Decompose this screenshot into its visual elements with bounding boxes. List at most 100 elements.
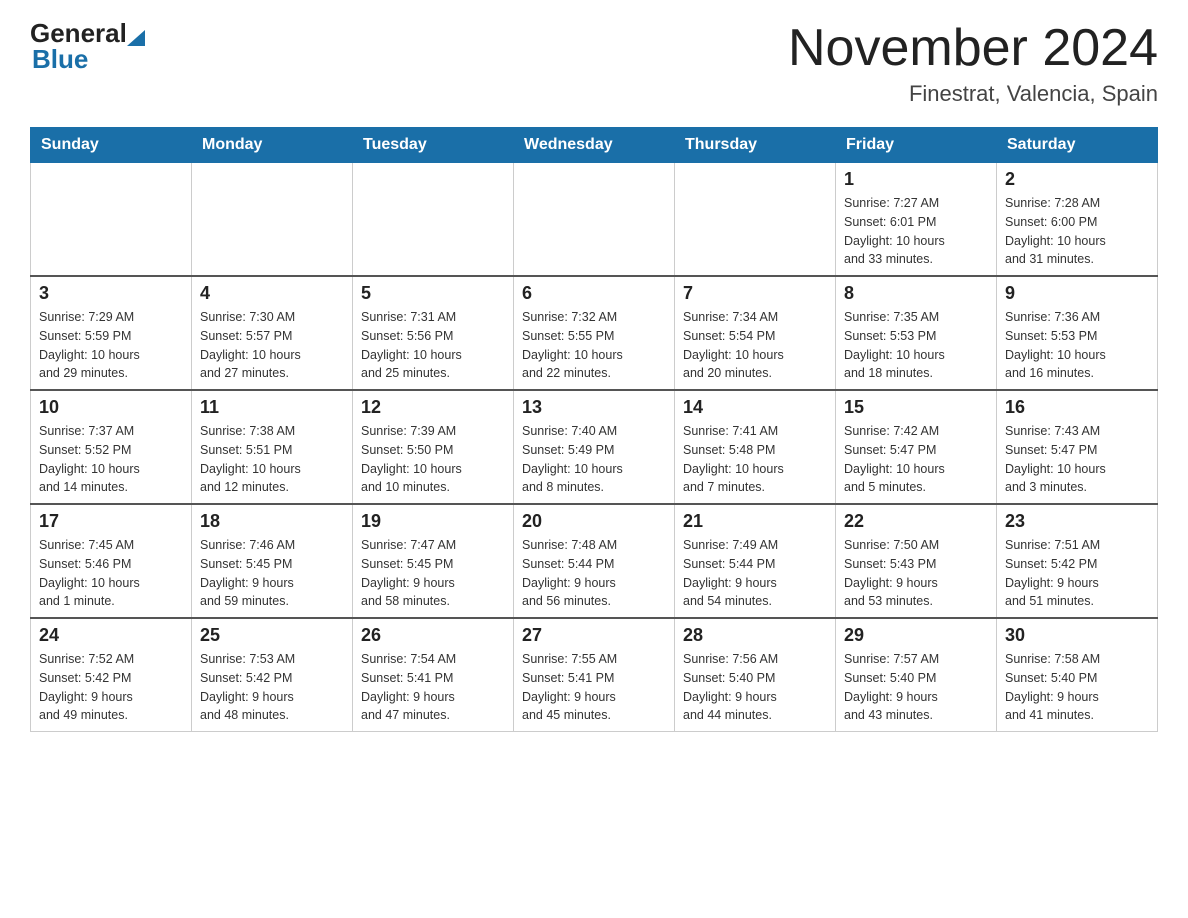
logo: General Blue xyxy=(30,20,145,72)
calendar-week-row: 3 Sunrise: 7:29 AMSunset: 5:59 PMDaylight… xyxy=(31,276,1158,390)
logo-icon-wrap xyxy=(127,26,145,46)
calendar-day-cell: 5 Sunrise: 7:31 AMSunset: 5:56 PMDaylight… xyxy=(353,276,514,390)
col-wednesday: Wednesday xyxy=(514,128,675,163)
day-number: 16 xyxy=(1005,397,1149,418)
day-number: 17 xyxy=(39,511,183,532)
day-number: 12 xyxy=(361,397,505,418)
day-sun-info: Sunrise: 7:28 AMSunset: 6:00 PMDaylight:… xyxy=(1005,194,1149,269)
day-number: 30 xyxy=(1005,625,1149,646)
day-number: 24 xyxy=(39,625,183,646)
day-sun-info: Sunrise: 7:29 AMSunset: 5:59 PMDaylight:… xyxy=(39,308,183,383)
logo-general-text: General xyxy=(30,20,127,46)
calendar-day-cell: 23 Sunrise: 7:51 AMSunset: 5:42 PMDayligh… xyxy=(997,504,1158,618)
day-sun-info: Sunrise: 7:38 AMSunset: 5:51 PMDaylight:… xyxy=(200,422,344,497)
day-number: 6 xyxy=(522,283,666,304)
calendar-day-cell: 14Sunrise: 7:41 AMSunset: 5:48 PMDayligh… xyxy=(675,390,836,504)
day-number: 1 xyxy=(844,169,988,190)
calendar-day-cell: 21 Sunrise: 7:49 AMSunset: 5:44 PMDayligh… xyxy=(675,504,836,618)
day-number: 28 xyxy=(683,625,827,646)
calendar-day-cell: 29 Sunrise: 7:57 AMSunset: 5:40 PMDayligh… xyxy=(836,618,997,732)
calendar-day-cell: 4 Sunrise: 7:30 AMSunset: 5:57 PMDaylight… xyxy=(192,276,353,390)
calendar-day-cell: 8Sunrise: 7:35 AMSunset: 5:53 PMDaylight… xyxy=(836,276,997,390)
day-number: 13 xyxy=(522,397,666,418)
calendar-day-cell: 19 Sunrise: 7:47 AMSunset: 5:45 PMDayligh… xyxy=(353,504,514,618)
calendar-day-cell: 16 Sunrise: 7:43 AMSunset: 5:47 PMDayligh… xyxy=(997,390,1158,504)
day-sun-info: Sunrise: 7:49 AMSunset: 5:44 PMDaylight:… xyxy=(683,536,827,611)
day-sun-info: Sunrise: 7:48 AMSunset: 5:44 PMDaylight:… xyxy=(522,536,666,611)
day-sun-info: Sunrise: 7:39 AMSunset: 5:50 PMDaylight:… xyxy=(361,422,505,497)
day-number: 29 xyxy=(844,625,988,646)
calendar-day-cell xyxy=(675,163,836,277)
day-sun-info: Sunrise: 7:32 AMSunset: 5:55 PMDaylight:… xyxy=(522,308,666,383)
col-tuesday: Tuesday xyxy=(353,128,514,163)
day-sun-info: Sunrise: 7:58 AMSunset: 5:40 PMDaylight:… xyxy=(1005,650,1149,725)
logo-blue-text: Blue xyxy=(32,46,88,72)
day-sun-info: Sunrise: 7:31 AMSunset: 5:56 PMDaylight:… xyxy=(361,308,505,383)
day-number: 26 xyxy=(361,625,505,646)
day-sun-info: Sunrise: 7:57 AMSunset: 5:40 PMDaylight:… xyxy=(844,650,988,725)
day-number: 3 xyxy=(39,283,183,304)
calendar-day-cell: 9Sunrise: 7:36 AMSunset: 5:53 PMDaylight… xyxy=(997,276,1158,390)
day-sun-info: Sunrise: 7:52 AMSunset: 5:42 PMDaylight:… xyxy=(39,650,183,725)
day-sun-info: Sunrise: 7:27 AMSunset: 6:01 PMDaylight:… xyxy=(844,194,988,269)
day-sun-info: Sunrise: 7:46 AMSunset: 5:45 PMDaylight:… xyxy=(200,536,344,611)
calendar-week-row: 10 Sunrise: 7:37 AMSunset: 5:52 PMDayligh… xyxy=(31,390,1158,504)
day-sun-info: Sunrise: 7:47 AMSunset: 5:45 PMDaylight:… xyxy=(361,536,505,611)
day-sun-info: Sunrise: 7:51 AMSunset: 5:42 PMDaylight:… xyxy=(1005,536,1149,611)
col-sunday: Sunday xyxy=(31,128,192,163)
calendar-day-cell: 3 Sunrise: 7:29 AMSunset: 5:59 PMDaylight… xyxy=(31,276,192,390)
calendar-day-cell: 2 Sunrise: 7:28 AMSunset: 6:00 PMDaylight… xyxy=(997,163,1158,277)
logo-triangle-icon xyxy=(127,26,145,46)
col-saturday: Saturday xyxy=(997,128,1158,163)
calendar-day-cell: 12 Sunrise: 7:39 AMSunset: 5:50 PMDayligh… xyxy=(353,390,514,504)
calendar-day-cell: 26Sunrise: 7:54 AMSunset: 5:41 PMDayligh… xyxy=(353,618,514,732)
location-subtitle: Finestrat, Valencia, Spain xyxy=(788,81,1158,107)
calendar-week-row: 17 Sunrise: 7:45 AMSunset: 5:46 PMDayligh… xyxy=(31,504,1158,618)
calendar-day-cell xyxy=(353,163,514,277)
calendar-day-cell: 7Sunrise: 7:34 AMSunset: 5:54 PMDaylight… xyxy=(675,276,836,390)
day-sun-info: Sunrise: 7:55 AMSunset: 5:41 PMDaylight:… xyxy=(522,650,666,725)
col-thursday: Thursday xyxy=(675,128,836,163)
calendar-day-cell: 25Sunrise: 7:53 AMSunset: 5:42 PMDayligh… xyxy=(192,618,353,732)
day-number: 20 xyxy=(522,511,666,532)
calendar-day-cell: 22Sunrise: 7:50 AMSunset: 5:43 PMDayligh… xyxy=(836,504,997,618)
day-number: 10 xyxy=(39,397,183,418)
day-sun-info: Sunrise: 7:50 AMSunset: 5:43 PMDaylight:… xyxy=(844,536,988,611)
day-number: 23 xyxy=(1005,511,1149,532)
calendar-day-cell: 27Sunrise: 7:55 AMSunset: 5:41 PMDayligh… xyxy=(514,618,675,732)
col-monday: Monday xyxy=(192,128,353,163)
col-friday: Friday xyxy=(836,128,997,163)
day-number: 2 xyxy=(1005,169,1149,190)
calendar-day-cell: 28 Sunrise: 7:56 AMSunset: 5:40 PMDayligh… xyxy=(675,618,836,732)
calendar-week-row: 1 Sunrise: 7:27 AMSunset: 6:01 PMDaylight… xyxy=(31,163,1158,277)
calendar-day-cell: 10 Sunrise: 7:37 AMSunset: 5:52 PMDayligh… xyxy=(31,390,192,504)
day-sun-info: Sunrise: 7:37 AMSunset: 5:52 PMDaylight:… xyxy=(39,422,183,497)
day-sun-info: Sunrise: 7:40 AMSunset: 5:49 PMDaylight:… xyxy=(522,422,666,497)
day-sun-info: Sunrise: 7:45 AMSunset: 5:46 PMDaylight:… xyxy=(39,536,183,611)
calendar-day-cell: 24 Sunrise: 7:52 AMSunset: 5:42 PMDayligh… xyxy=(31,618,192,732)
calendar-day-cell: 20 Sunrise: 7:48 AMSunset: 5:44 PMDayligh… xyxy=(514,504,675,618)
header-row: Sunday Monday Tuesday Wednesday Thursday… xyxy=(31,128,1158,163)
day-number: 5 xyxy=(361,283,505,304)
day-number: 7 xyxy=(683,283,827,304)
day-sun-info: Sunrise: 7:43 AMSunset: 5:47 PMDaylight:… xyxy=(1005,422,1149,497)
day-number: 14 xyxy=(683,397,827,418)
calendar-day-cell: 18 Sunrise: 7:46 AMSunset: 5:45 PMDayligh… xyxy=(192,504,353,618)
month-year-title: November 2024 xyxy=(788,20,1158,77)
calendar-day-cell: 17 Sunrise: 7:45 AMSunset: 5:46 PMDayligh… xyxy=(31,504,192,618)
day-sun-info: Sunrise: 7:53 AMSunset: 5:42 PMDaylight:… xyxy=(200,650,344,725)
day-number: 15 xyxy=(844,397,988,418)
day-sun-info: Sunrise: 7:30 AMSunset: 5:57 PMDaylight:… xyxy=(200,308,344,383)
day-sun-info: Sunrise: 7:42 AMSunset: 5:47 PMDaylight:… xyxy=(844,422,988,497)
calendar-day-cell: 13 Sunrise: 7:40 AMSunset: 5:49 PMDayligh… xyxy=(514,390,675,504)
title-section: November 2024 Finestrat, Valencia, Spain xyxy=(788,20,1158,107)
calendar-day-cell xyxy=(514,163,675,277)
day-number: 4 xyxy=(200,283,344,304)
day-number: 19 xyxy=(361,511,505,532)
day-sun-info: Sunrise: 7:56 AMSunset: 5:40 PMDaylight:… xyxy=(683,650,827,725)
day-number: 18 xyxy=(200,511,344,532)
calendar-table: Sunday Monday Tuesday Wednesday Thursday… xyxy=(30,127,1158,732)
calendar-day-cell: 6 Sunrise: 7:32 AMSunset: 5:55 PMDaylight… xyxy=(514,276,675,390)
day-number: 8 xyxy=(844,283,988,304)
day-number: 21 xyxy=(683,511,827,532)
